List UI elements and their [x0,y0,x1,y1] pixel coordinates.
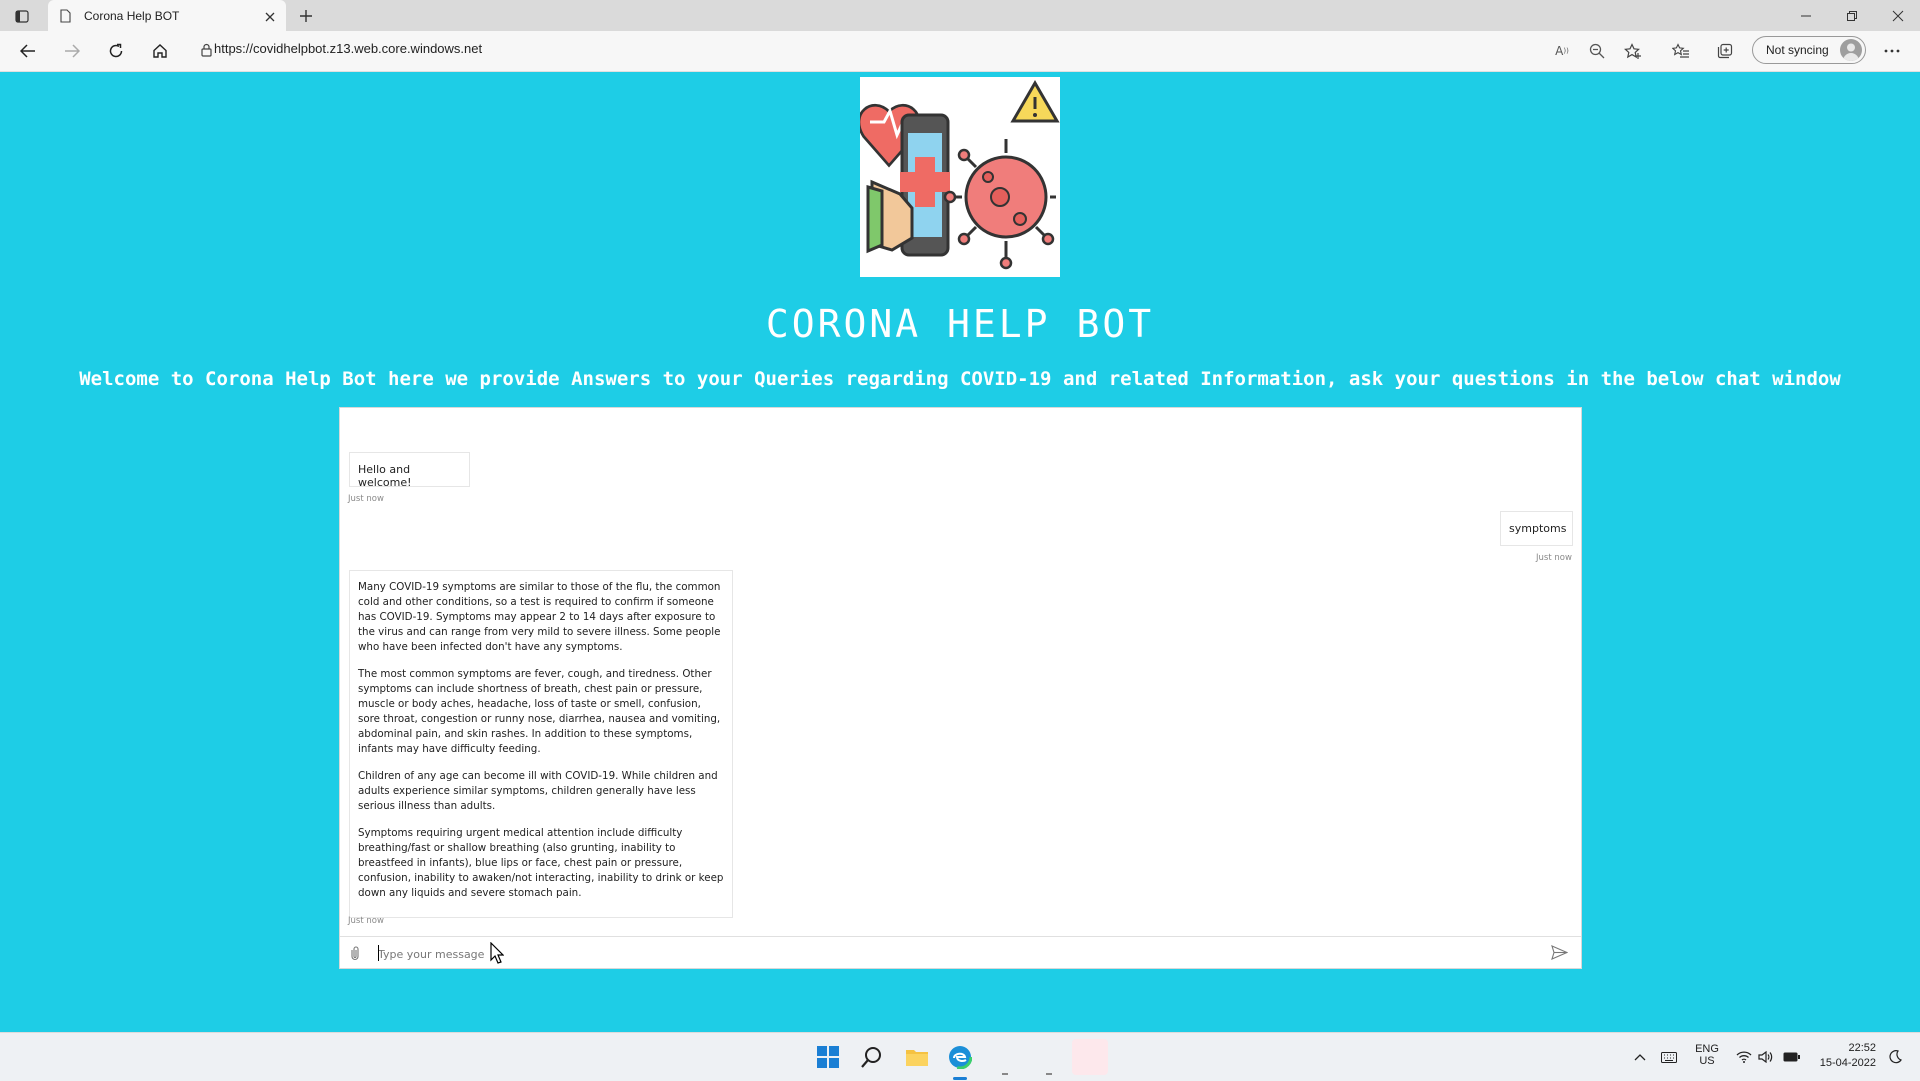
battery-icon[interactable] [1782,1049,1800,1065]
restore-icon[interactable] [1842,6,1862,26]
user-message: symptoms [1500,511,1573,546]
clock[interactable]: 22:52 15-04-2022 [1810,1042,1876,1069]
sync-label: Not syncing [1766,43,1829,57]
corona-bot-logo [857,77,1060,277]
page-subtitle: Welcome to Corona Help Bot here we provi… [79,368,1841,390]
region-code: US [1699,1055,1715,1067]
message-paragraph: Children of any age can become ill with … [358,770,718,812]
taskbar: ENG US 22:52 15-04-2022 [0,1032,1920,1081]
close-icon[interactable] [264,8,276,27]
text-caret [378,945,379,961]
tab-bar: Corona Help BOT [0,0,1920,31]
page-icon [60,8,71,27]
browser-tab[interactable]: Corona Help BOT [48,0,286,31]
refresh-icon[interactable] [105,40,127,62]
wifi-icon[interactable] [1736,1049,1752,1065]
chat-input-bar [340,936,1581,969]
app-indicator [1002,1073,1008,1075]
sidebar-icon[interactable] [12,7,32,25]
message-paragraph: The most common symptoms are fever, coug… [358,668,721,755]
zoom-out-icon[interactable] [1586,40,1608,62]
app-indicator [1046,1073,1052,1075]
notification-moon-icon[interactable] [1886,1048,1904,1066]
message-timestamp: Just now [1536,553,1572,563]
edge-icon[interactable] [947,1044,973,1070]
add-favorite-icon[interactable] [1622,40,1644,62]
message-paragraph: Symptoms requiring urgent medical attent… [358,827,724,899]
more-icon[interactable] [1881,40,1903,62]
language-indicator[interactable]: ENG US [1692,1043,1722,1067]
window-close-icon[interactable] [1888,6,1908,26]
address-bar[interactable]: https://covidhelpbot.z13.web.core.window… [214,41,482,56]
page-title: CORONA HELP BOT [765,302,1155,346]
message-paragraph: Many COVID-19 symptoms are similar to th… [358,581,721,653]
app-indicator [1072,1039,1108,1075]
start-icon[interactable] [816,1045,840,1069]
clock-date: 15-04-2022 [1819,1057,1876,1069]
forward-icon[interactable] [61,40,83,62]
lock-icon[interactable] [199,42,213,58]
chat-window: Hello and welcome! Just now symptoms Jus… [339,407,1582,969]
profile-avatar-icon [1840,39,1862,61]
sync-button[interactable]: Not syncing [1752,36,1866,64]
attachment-icon[interactable] [350,945,360,965]
message-timestamp: Just now [348,916,384,926]
message-timestamp: Just now [348,494,384,504]
send-icon[interactable] [1551,945,1569,964]
language-code: ENG [1695,1043,1719,1055]
minimize-icon[interactable] [1796,6,1816,26]
message-input[interactable] [378,945,1538,963]
keyboard-icon[interactable] [1660,1049,1678,1065]
volume-icon[interactable] [1758,1049,1774,1065]
mouse-cursor-icon [490,941,505,968]
file-explorer-icon[interactable] [904,1045,930,1069]
home-icon[interactable] [149,40,171,62]
search-icon[interactable] [860,1045,884,1069]
bot-message: Many COVID-19 symptoms are similar to th… [349,570,733,918]
back-icon[interactable] [17,40,39,62]
show-hidden-icons-icon[interactable] [1632,1049,1648,1065]
new-tab-icon[interactable] [296,6,316,26]
tab-title: Corona Help BOT [84,9,180,23]
favorites-icon[interactable] [1670,40,1692,62]
bot-message: Hello and welcome! [349,452,470,489]
browser-toolbar: https://covidhelpbot.z13.web.core.window… [0,31,1920,72]
read-aloud-icon[interactable]: A)) [1551,40,1573,62]
collections-icon[interactable] [1714,40,1736,62]
clock-time: 22:52 [1848,1042,1876,1054]
